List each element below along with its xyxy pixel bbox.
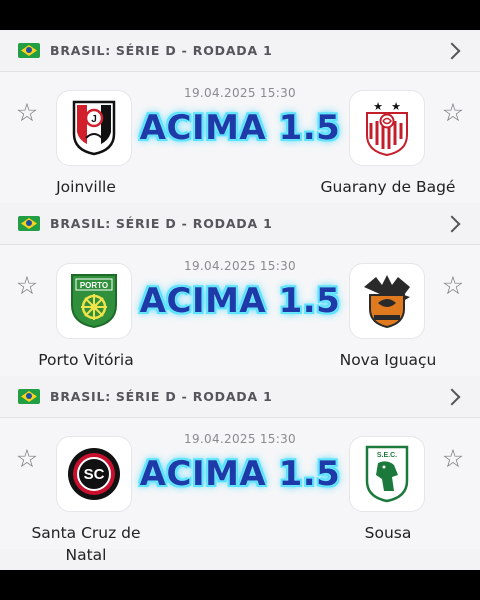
favorite-star-icon[interactable]: ☆ — [440, 100, 466, 126]
prediction-label: ACIMA 1.5 — [139, 108, 341, 148]
svg-text:S.E.C.: S.E.C. — [377, 452, 397, 459]
santa-cruz-crest-icon: SC — [68, 448, 120, 500]
brazil-flag-icon — [18, 43, 40, 58]
home-team-name: Santa Cruz de Natal — [31, 524, 141, 564]
home-team-logo: SC — [56, 436, 132, 512]
league-label: BRASIL: SÉRIE D - RODADA 1 — [50, 389, 273, 404]
brazil-flag-icon — [18, 216, 40, 231]
away-team-name: Nova Iguaçu — [339, 351, 437, 369]
league-header[interactable]: BRASIL: SÉRIE D - RODADA 1 — [0, 30, 480, 72]
match-card[interactable]: ☆ SC 19.04.2025 15:30 ACIMA 1.5 S.E.C. ☆… — [0, 418, 480, 564]
match-card[interactable]: ☆ J 19.04.2025 15:30 ACIMA 1.5 ★ ★ ☆ Joi… — [0, 72, 480, 203]
favorite-star-icon[interactable]: ☆ — [14, 100, 40, 126]
chevron-right-icon[interactable] — [443, 388, 461, 405]
away-team-logo — [349, 263, 425, 339]
chevron-right-icon[interactable] — [443, 215, 461, 232]
home-team-logo: PORTO — [56, 263, 132, 339]
away-team-logo: ★ ★ — [349, 90, 425, 166]
away-team-name: Guarany de Bagé — [320, 178, 456, 196]
away-team-logo: S.E.C. — [349, 436, 425, 512]
league-label: BRASIL: SÉRIE D - RODADA 1 — [50, 43, 273, 58]
favorite-star-icon[interactable]: ☆ — [440, 446, 466, 472]
prediction-label: ACIMA 1.5 — [139, 454, 341, 494]
favorite-star-icon[interactable]: ☆ — [14, 446, 40, 472]
sousa-crest-icon: S.E.C. — [365, 445, 409, 503]
favorite-star-icon[interactable]: ☆ — [440, 273, 466, 299]
guarany-crest-icon: ★ ★ — [366, 100, 408, 157]
porto-crest-icon: PORTO — [71, 274, 117, 329]
match-list: BRASIL: SÉRIE D - RODADA 1 ☆ J 19.04.202… — [0, 30, 480, 570]
svg-text:J: J — [91, 114, 97, 125]
match-card[interactable]: ☆ PORTO 19.04.2025 15:30 ACIMA 1.5 ☆ Por… — [0, 245, 480, 376]
league-label: BRASIL: SÉRIE D - RODADA 1 — [50, 216, 273, 231]
brazil-flag-icon — [18, 389, 40, 404]
league-header[interactable]: BRASIL: SÉRIE D - RODADA 1 — [0, 376, 480, 418]
svg-text:★: ★ — [373, 100, 383, 113]
joinville-crest-icon: J — [72, 100, 116, 156]
nova-iguacu-crest-icon — [364, 275, 410, 329]
svg-text:★: ★ — [391, 100, 401, 113]
away-team-name: Sousa — [364, 524, 412, 542]
chevron-right-icon[interactable] — [443, 42, 461, 59]
svg-text:SC: SC — [84, 466, 105, 483]
home-team-logo: J — [56, 90, 132, 166]
svg-text:PORTO: PORTO — [80, 281, 108, 290]
league-header[interactable]: BRASIL: SÉRIE D - RODADA 1 — [0, 203, 480, 245]
home-team-name: Joinville — [56, 178, 116, 196]
home-team-name: Porto Vitória — [38, 351, 134, 369]
favorite-star-icon[interactable]: ☆ — [14, 273, 40, 299]
prediction-label: ACIMA 1.5 — [139, 281, 341, 321]
